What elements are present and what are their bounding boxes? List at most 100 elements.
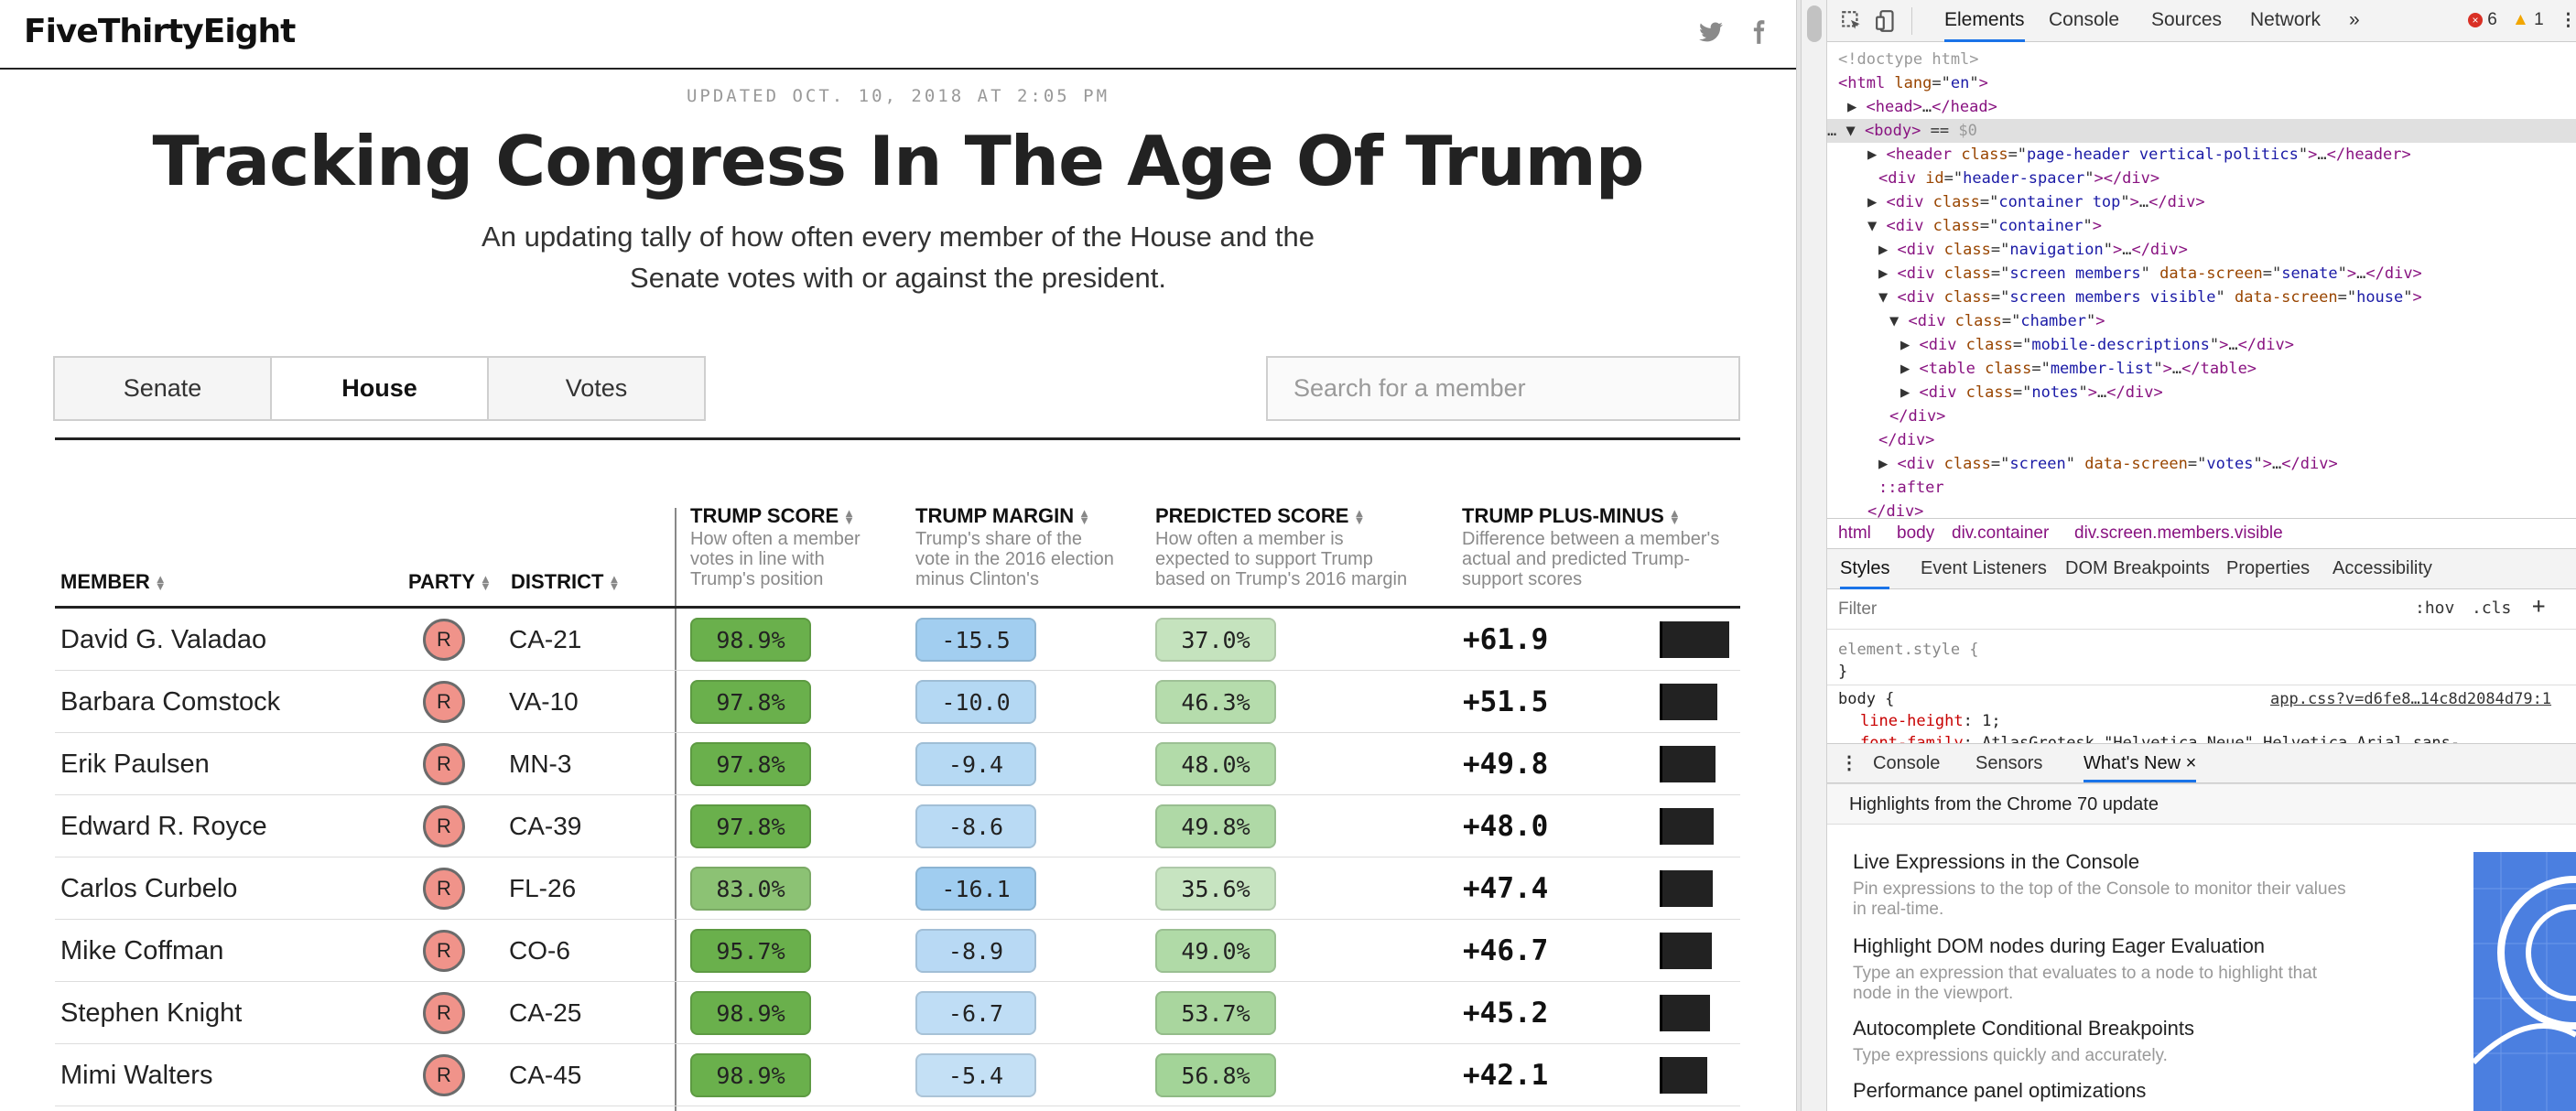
scrollbar-thumb[interactable] xyxy=(1807,5,1822,42)
table-row[interactable]: Edward R. Royce R CA-39 97.8% -8.6 49.8% +48.0 xyxy=(55,795,1740,858)
site-logo[interactable]: FiveThirtyEight xyxy=(24,13,296,50)
dom-token: " xyxy=(2120,193,2130,211)
page-scrollbar[interactable] xyxy=(1802,0,1827,1111)
dom-node-line[interactable]: ▶ <head>…</head> xyxy=(1827,95,2576,119)
tab-sources[interactable]: Sources xyxy=(2151,0,2222,42)
dom-node-line[interactable]: <html lang="en"> xyxy=(1827,71,2576,95)
dom-node-line[interactable]: ▼ <div class="screen members visible" da… xyxy=(1827,286,2576,309)
warning-count[interactable]: ▲ 1 xyxy=(2512,10,2544,30)
column-header-predicted-score[interactable]: PREDICTED SCORE ▲ ▼ xyxy=(1155,504,1365,528)
member-name[interactable]: Mike Coffman xyxy=(60,920,223,982)
dom-token: member-list xyxy=(2050,360,2154,378)
dom-node-line[interactable]: ▶ <div class="notes">…</div> xyxy=(1827,381,2576,404)
member-search-input[interactable] xyxy=(1266,356,1740,421)
tab-house[interactable]: House xyxy=(270,356,489,421)
sort-arrows-icon[interactable]: ▲ ▼ xyxy=(480,573,492,592)
tab-event-listeners[interactable]: Event Listeners xyxy=(1921,549,2047,589)
error-count[interactable]: × 6 xyxy=(2468,10,2497,30)
column-header-trump-margin[interactable]: TRUMP MARGIN ▲ ▼ xyxy=(915,504,1090,528)
hover-state-toggle[interactable]: :hov xyxy=(2415,599,2454,618)
drawer-tab-whats-new[interactable]: What's New × xyxy=(2084,744,2197,782)
breadcrumb-html[interactable]: html xyxy=(1838,519,1871,548)
rule-font-family[interactable]: font-family: AtlasGrotesk,"Helvetica Neu… xyxy=(1860,732,2460,743)
dom-node-line[interactable]: ▶ <header class="page-header vertical-po… xyxy=(1827,143,2576,167)
sort-arrows-icon[interactable]: ▲ ▼ xyxy=(608,573,620,592)
dom-node-line[interactable]: </div> xyxy=(1827,428,2576,452)
dom-node-line[interactable]: ▶ <table class="member-list">…</table> xyxy=(1827,357,2576,381)
class-toggle[interactable]: .cls xyxy=(2472,599,2511,618)
rule-line-height[interactable]: line-height: 1; xyxy=(1860,710,2001,732)
table-row[interactable]: Carlos Curbelo R FL-26 83.0% -16.1 35.6% +47.4 xyxy=(55,858,1740,920)
dom-node-line[interactable]: </div> xyxy=(1827,500,2576,518)
drawer-tab-console[interactable]: Console xyxy=(1873,744,1940,782)
close-icon[interactable]: × xyxy=(2186,753,2197,773)
device-toggle-icon[interactable] xyxy=(1875,9,1899,33)
whats-new-item[interactable]: Live Expressions in the Console Pin expr… xyxy=(1853,850,2439,920)
column-header-district[interactable]: DISTRICT ▲ ▼ xyxy=(511,570,620,594)
dom-node-line[interactable]: … ▼ <body> == $0 xyxy=(1827,119,2576,143)
column-header-member[interactable]: MEMBER ▲ ▼ xyxy=(60,570,167,594)
tab-properties[interactable]: Properties xyxy=(2226,549,2310,589)
column-header-trump-score[interactable]: TRUMP SCORE ▲ ▼ xyxy=(690,504,855,528)
tab-styles[interactable]: Styles xyxy=(1840,549,1890,589)
tab-network[interactable]: Network xyxy=(2250,0,2321,42)
dom-node-line[interactable]: ▶ <div class="mobile-descriptions">…</di… xyxy=(1827,333,2576,357)
property-value: AtlasGrotesk,"Helvetica Neue",Helvetica,… xyxy=(1982,734,2461,743)
dom-node-line[interactable]: ▶ <div class="screen" data-screen="votes… xyxy=(1827,452,2576,476)
whats-new-item[interactable]: Performance panel optimizations xyxy=(1853,1079,2439,1108)
dom-node-line[interactable]: ▼ <div class="chamber"> xyxy=(1827,309,2576,333)
member-name[interactable]: Edward R. Royce xyxy=(60,795,267,858)
sort-arrows-icon[interactable]: ▲ ▼ xyxy=(1078,507,1090,526)
dom-node-line[interactable]: ▶ <div class="container top">…</div> xyxy=(1827,190,2576,214)
kebab-menu-icon[interactable]: ⋮ xyxy=(2560,10,2576,31)
breadcrumb-div-container[interactable]: div.container xyxy=(1952,519,2049,548)
member-name[interactable]: Mimi Walters xyxy=(60,1044,212,1106)
sort-arrows-icon[interactable]: ▲ ▼ xyxy=(1353,507,1365,526)
more-tabs-button[interactable]: » xyxy=(2349,0,2360,42)
table-row[interactable]: Barbara Comstock R VA-10 97.8% -10.0 46.3% +51… xyxy=(55,671,1740,733)
drawer-menu-icon[interactable]: ⋮ xyxy=(1840,744,1858,782)
tab-accessibility[interactable]: Accessibility xyxy=(2332,549,2432,589)
dom-node-line[interactable]: ▶ <div class="navigation">…</div> xyxy=(1827,238,2576,262)
table-row[interactable]: David G. Valadao R CA-21 98.9% -15.5 37.0% +61… xyxy=(55,609,1740,671)
inspect-icon[interactable] xyxy=(1840,9,1864,33)
member-name[interactable]: Barbara Comstock xyxy=(60,671,280,733)
new-style-rule-button[interactable]: + xyxy=(2532,593,2545,619)
tab-votes[interactable]: Votes xyxy=(487,356,706,421)
whats-new-item[interactable]: Autocomplete Conditional Breakpoints Typ… xyxy=(1853,1017,2439,1066)
table-row[interactable]: Mike Coffman R CO-6 95.7% -8.9 49.0% +46.7 xyxy=(55,920,1740,982)
drawer-tab-sensors[interactable]: Sensors xyxy=(1975,744,2042,782)
dom-node-line[interactable]: ▼ <div class="container"> xyxy=(1827,214,2576,238)
sort-arrows-icon[interactable]: ▲ ▼ xyxy=(155,573,167,592)
dom-node-line[interactable]: </div> xyxy=(1827,404,2576,428)
description-line: support scores xyxy=(1462,569,1583,589)
facebook-icon[interactable] xyxy=(1745,18,1772,46)
column-header-party[interactable]: PARTY ▲ ▼ xyxy=(408,570,492,594)
column-header-plus-minus[interactable]: TRUMP PLUS-MINUS ▲ ▼ xyxy=(1462,504,1681,528)
member-name[interactable]: Stephen Knight xyxy=(60,982,242,1044)
member-name[interactable]: Carlos Curbelo xyxy=(60,858,237,920)
dom-node-line[interactable]: <!doctype html> xyxy=(1827,48,2576,71)
tab-dom-breakpoints[interactable]: DOM Breakpoints xyxy=(2065,549,2210,589)
sort-arrows-icon[interactable]: ▲ ▼ xyxy=(1669,507,1681,526)
rule-source-link[interactable]: app.css?v=d6fe8…14c8d2084d79:1 xyxy=(2270,688,2551,710)
breadcrumb-body[interactable]: body xyxy=(1897,519,1934,548)
tab-elements[interactable]: Elements xyxy=(1944,0,2025,42)
dom-node-line[interactable]: ▶ <div class="screen members" data-scree… xyxy=(1827,262,2576,286)
element-style-rule[interactable]: element.style { xyxy=(1838,639,1979,661)
member-name[interactable]: Erik Paulsen xyxy=(60,733,210,795)
sort-arrows-icon[interactable]: ▲ ▼ xyxy=(843,507,855,526)
dom-node-line[interactable]: ::after xyxy=(1827,476,2576,500)
table-row[interactable]: Erik Paulsen R MN-3 97.8% -9.4 48.0% +49.8 xyxy=(55,733,1740,795)
tab-console[interactable]: Console xyxy=(2049,0,2119,42)
body-rule-selector[interactable]: body { xyxy=(1838,688,1894,710)
member-name[interactable]: David G. Valadao xyxy=(60,609,266,671)
twitter-icon[interactable] xyxy=(1697,18,1725,46)
breadcrumb-div-screen[interactable]: div.screen.members.visible xyxy=(2074,519,2283,548)
styles-filter-input[interactable] xyxy=(1838,597,2387,622)
tab-senate[interactable]: Senate xyxy=(53,356,272,421)
dom-node-line[interactable]: <div id="header-spacer"></div> xyxy=(1827,167,2576,190)
table-row[interactable]: Mimi Walters R CA-45 98.9% -5.4 56.8% +42.1 xyxy=(55,1044,1740,1106)
whats-new-item[interactable]: Highlight DOM nodes during Eager Evaluat… xyxy=(1853,934,2439,1004)
table-row[interactable]: Stephen Knight R CA-25 98.9% -6.7 53.7% +45.2 xyxy=(55,982,1740,1044)
